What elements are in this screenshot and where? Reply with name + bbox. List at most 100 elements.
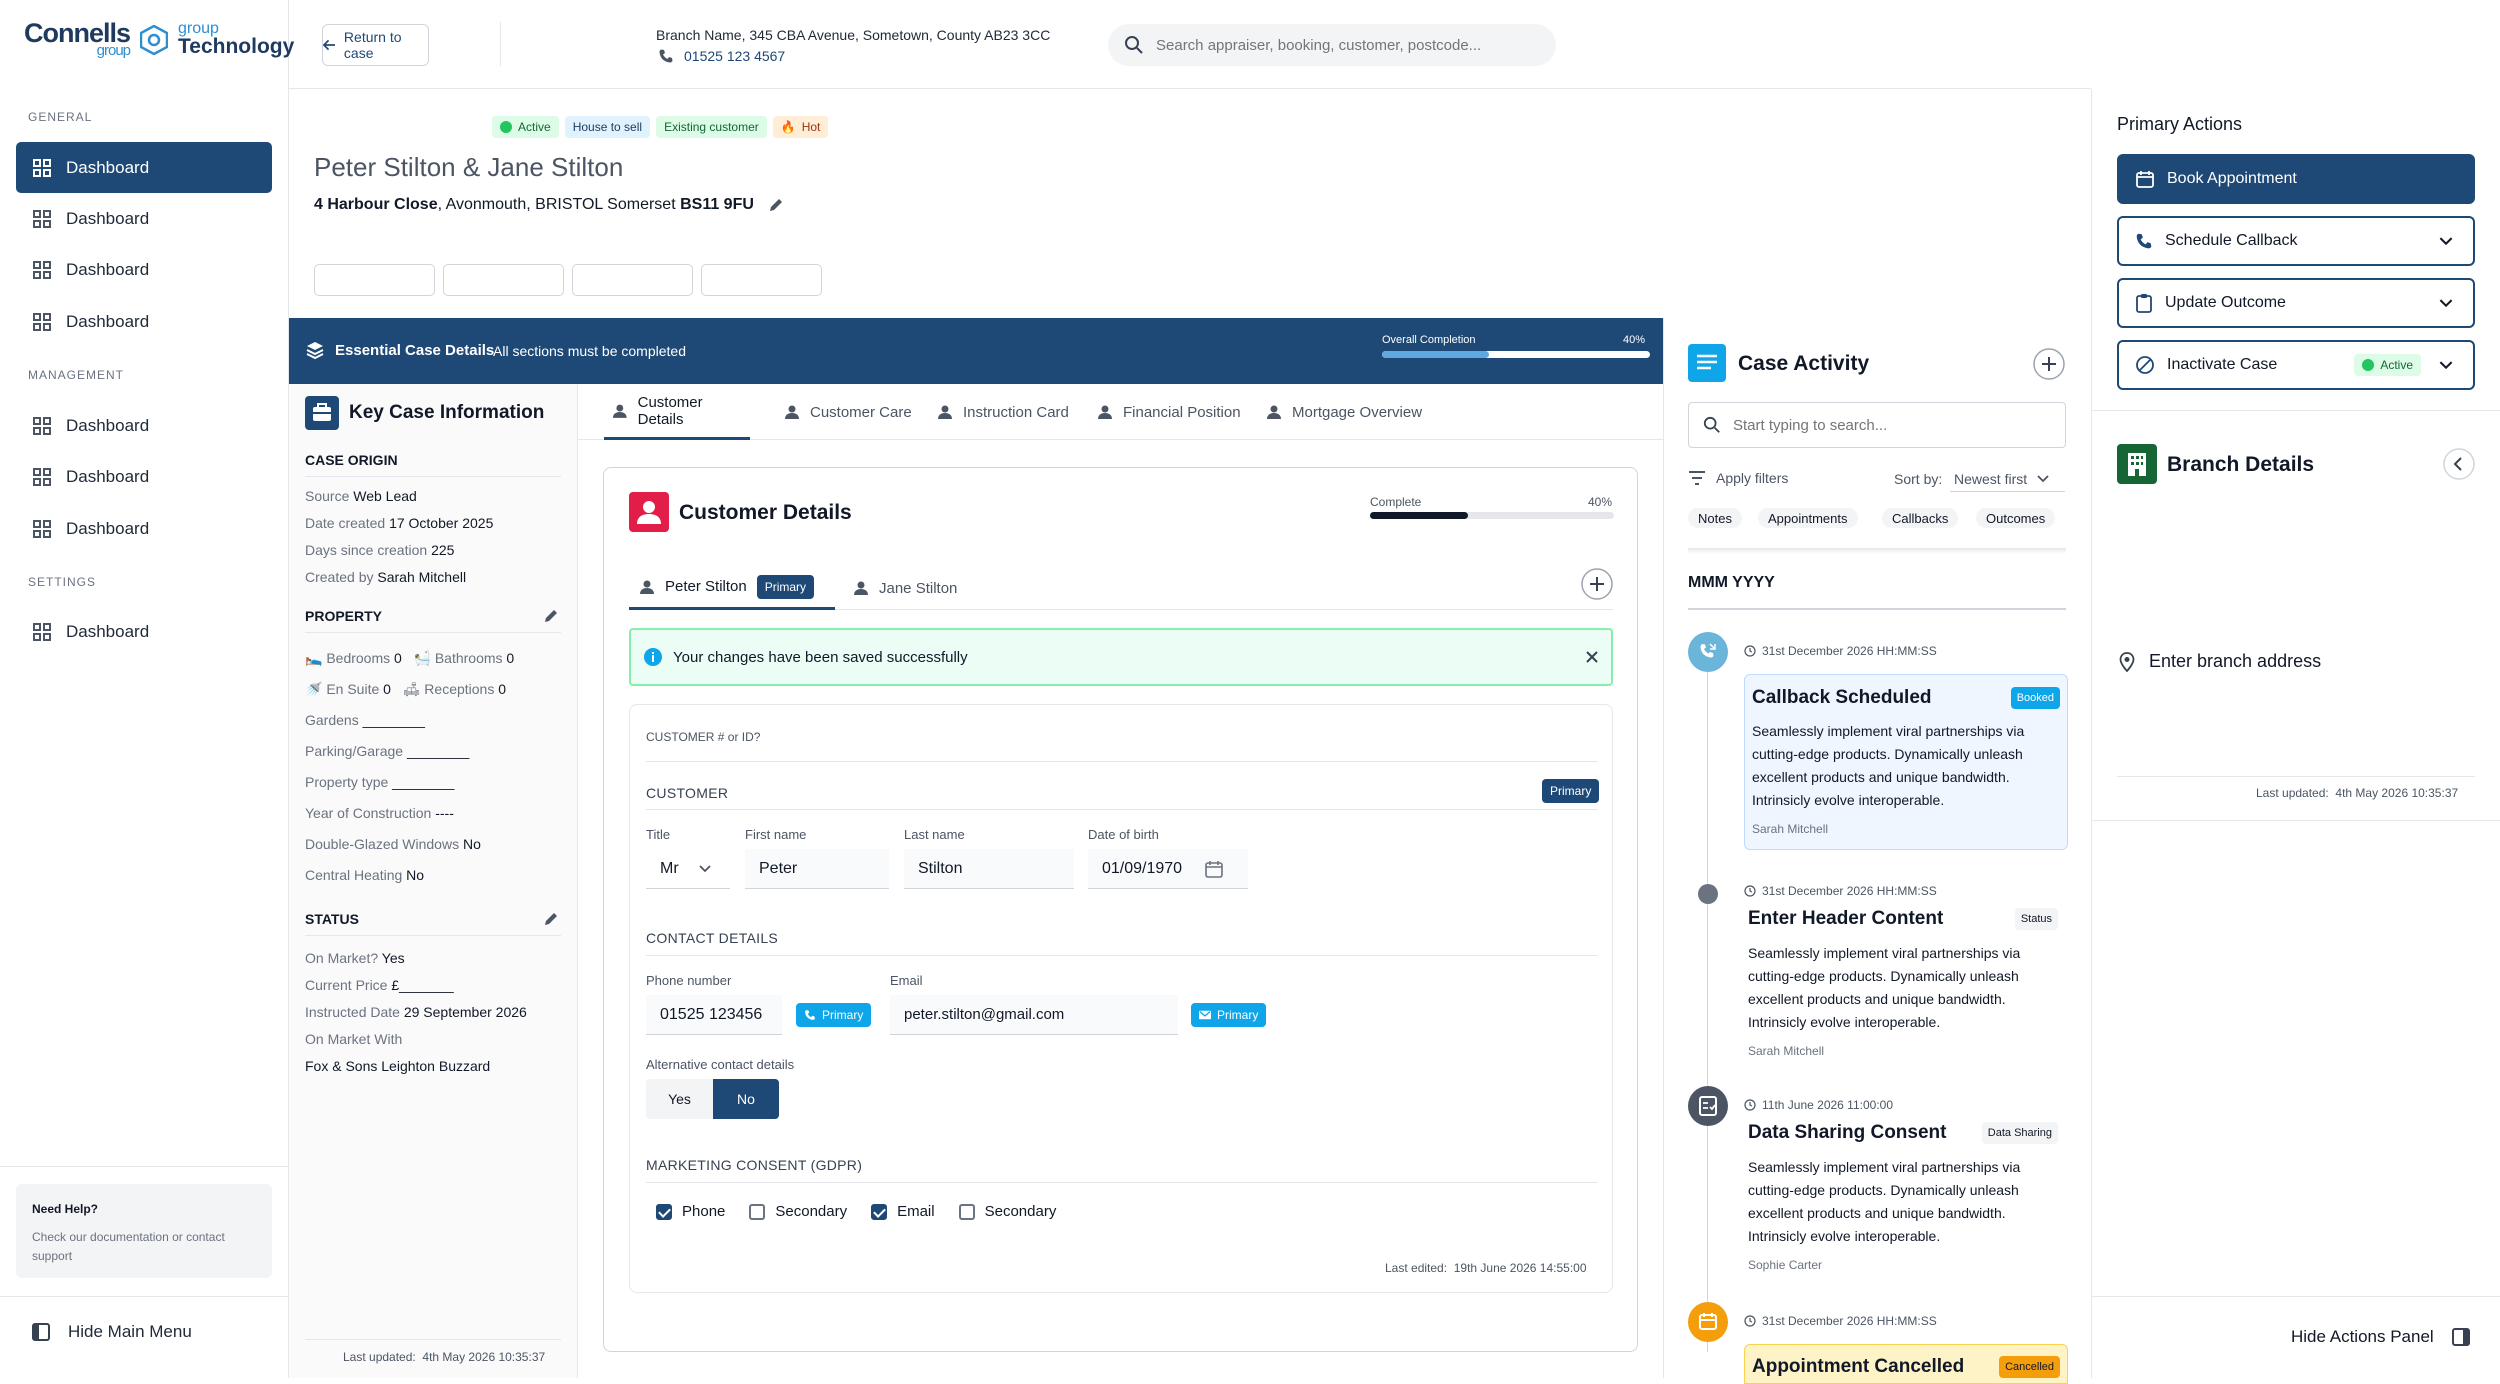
- header-action-button[interactable]: [572, 264, 693, 296]
- consent-secondary-checkbox[interactable]: [958, 1203, 975, 1220]
- nav-item-dashboard[interactable]: Dashboard: [16, 296, 272, 347]
- event-text: Seamlessly implement viral partnerships …: [1748, 945, 2021, 1030]
- event-title: Appointment Cancelled: [1752, 1356, 1965, 1377]
- hide-main-menu-button[interactable]: Hide Main Menu: [32, 1322, 192, 1342]
- edit-pencil-icon[interactable]: [768, 197, 784, 213]
- sort-select[interactable]: Newest first: [1950, 466, 2065, 492]
- event-text: Seamlessly implement viral partnerships …: [1752, 723, 2025, 808]
- event-badge: Status: [2014, 908, 2058, 930]
- key-info-title: Key Case Information: [349, 402, 545, 423]
- update-outcome-button[interactable]: Update Outcome: [2117, 278, 2475, 328]
- filter-chip-callbacks[interactable]: Callbacks: [1882, 508, 1959, 528]
- alt-contact-yes[interactable]: Yes: [646, 1079, 713, 1119]
- person-tab-peter[interactable]: Peter Stilton Primary: [629, 566, 835, 610]
- edit-pencil-icon[interactable]: [543, 911, 559, 927]
- collapse-button[interactable]: [2443, 448, 2475, 480]
- contact-heading: CONTACT DETAILS: [646, 930, 779, 946]
- nav-item-dashboard[interactable]: Dashboard: [16, 451, 272, 502]
- tab-financial-position[interactable]: Financial Position: [1097, 384, 1241, 440]
- alt-contact-no[interactable]: No: [713, 1079, 779, 1119]
- header-action-button[interactable]: [314, 264, 435, 296]
- consent-label: Secondary: [984, 1203, 1057, 1220]
- global-search[interactable]: [1108, 24, 1556, 66]
- filter-chip-appointments[interactable]: Appointments: [1758, 508, 1858, 528]
- global-search-input[interactable]: [1156, 36, 1536, 54]
- add-activity-button[interactable]: [2033, 348, 2065, 380]
- activity-search-input[interactable]: [1733, 416, 2033, 434]
- bedrooms-row: 🛌 Bedrooms 0 🛀 Bathrooms 0: [305, 650, 515, 666]
- user-icon: [640, 580, 654, 594]
- nav-item-dashboard[interactable]: Dashboard: [16, 400, 272, 451]
- consent-phone-checkbox[interactable]: [656, 1203, 672, 1220]
- existing-customer-tag: Existing customer: [656, 116, 767, 138]
- tab-instruction-card[interactable]: Instruction Card: [937, 384, 1069, 440]
- consent-secondary-checkbox[interactable]: [749, 1203, 766, 1220]
- nav-item-dashboard[interactable]: Dashboard: [16, 142, 272, 193]
- nav-item-label: Dashboard: [66, 311, 150, 331]
- shower-icon: 🚿: [305, 681, 323, 697]
- title-select[interactable]: Mr: [646, 849, 730, 889]
- nav-section-management: MANAGEMENT: [28, 368, 125, 382]
- branch-address-field[interactable]: Enter branch address: [2119, 651, 2321, 672]
- phone-primary-badge: Primary: [796, 1003, 872, 1027]
- heating-row: Central Heating No: [305, 867, 425, 883]
- consent-label: Email: [897, 1203, 935, 1220]
- activity-event[interactable]: 31st December 2026 HH:MM:SS Enter Header…: [1744, 884, 2068, 1058]
- inactivate-case-button[interactable]: Inactivate Case Active: [2117, 340, 2475, 390]
- divider: [1688, 548, 2066, 554]
- dob-input[interactable]: 01/09/1970: [1088, 849, 1248, 889]
- last-updated: Last updated: 4th May 2026 10:35:37: [343, 1350, 546, 1364]
- nav-item-dashboard[interactable]: Dashboard: [16, 244, 272, 295]
- book-appointment-button[interactable]: Book Appointment: [2117, 154, 2475, 204]
- gdpr-heading: MARKETING CONSENT (GDPR): [646, 1157, 863, 1173]
- tab-mortgage-overview[interactable]: Mortgage Overview: [1266, 384, 1422, 440]
- return-to-case-button[interactable]: Return to case: [322, 24, 429, 66]
- edit-pencil-icon[interactable]: [543, 608, 559, 624]
- activity-event[interactable]: 11th June 2026 11:00:00 Data Sharing Con…: [1744, 1098, 2068, 1272]
- activity-event[interactable]: 31st December 2026 HH:MM:SS Appointment …: [1744, 1314, 2068, 1384]
- branch-phone-link[interactable]: 01525 123 4567: [658, 48, 785, 64]
- header-action-button[interactable]: [701, 264, 822, 296]
- event-date: 31st December 2026 HH:MM:SS: [1744, 1314, 2068, 1328]
- nav-item-dashboard[interactable]: Dashboard: [16, 503, 272, 554]
- close-icon[interactable]: [1585, 650, 1599, 664]
- header-action-button[interactable]: [443, 264, 564, 296]
- hide-actions-panel-button[interactable]: Hide Actions Panel: [2291, 1327, 2470, 1347]
- customer-heading: CUSTOMER: [646, 785, 729, 801]
- customer-details-card: Customer Details Complete 40% Peter Stil…: [603, 467, 1638, 1352]
- dashboard-icon: [33, 209, 51, 228]
- filter-chip-notes[interactable]: Notes: [1688, 508, 1742, 528]
- filter-icon: [1689, 471, 1705, 485]
- nav-item-dashboard[interactable]: Dashboard: [16, 606, 272, 657]
- event-title: Data Sharing Consent: [1748, 1122, 1947, 1143]
- filter-chip-outcomes[interactable]: Outcomes: [1976, 508, 2056, 528]
- calendar-icon[interactable]: [1204, 859, 1224, 879]
- consent-email-checkbox[interactable]: [871, 1203, 888, 1220]
- success-message: Your changes have been saved successfull…: [673, 648, 968, 666]
- person-tab-jane[interactable]: Jane Stilton: [843, 566, 957, 610]
- appointment-calendar-icon: [1688, 1302, 1728, 1342]
- phone-input[interactable]: 01525 123456: [646, 995, 782, 1035]
- email-input[interactable]: peter.stilton@gmail.com: [890, 995, 1178, 1035]
- event-date: 31st December 2026 HH:MM:SS: [1744, 884, 2068, 898]
- case-address: 4 Harbour Close, Avonmouth, BRISTOL Some…: [314, 196, 784, 214]
- first-name-input[interactable]: Peter: [745, 849, 889, 889]
- schedule-callback-button[interactable]: Schedule Callback: [2117, 216, 2475, 266]
- activity-event[interactable]: 31st December 2026 HH:MM:SS Callback Sch…: [1744, 644, 2068, 850]
- activity-search[interactable]: [1688, 402, 2066, 448]
- apply-filters-button[interactable]: Apply filters: [1688, 470, 1788, 486]
- dashboard-icon: [33, 519, 51, 538]
- divider: [646, 955, 1598, 956]
- tab-customer-care[interactable]: Customer Care: [784, 384, 912, 440]
- last-name-input[interactable]: Stilton: [904, 849, 1074, 889]
- return-to-case-label: Return to case: [343, 29, 402, 61]
- tab-customer-details[interactable]: Customer Details: [604, 384, 750, 440]
- nav-item-dashboard[interactable]: Dashboard: [16, 193, 272, 244]
- help-box[interactable]: Need Help? Check our documentation or co…: [16, 1184, 272, 1278]
- brand-logo[interactable]: Connells group group Technology: [24, 20, 294, 59]
- nav-item-label: Dashboard: [66, 415, 150, 435]
- clock-icon: [1744, 1315, 1756, 1327]
- nav-item-label: Dashboard: [66, 466, 150, 486]
- bed-icon: 🛌: [305, 650, 323, 666]
- add-person-button[interactable]: [1581, 568, 1613, 600]
